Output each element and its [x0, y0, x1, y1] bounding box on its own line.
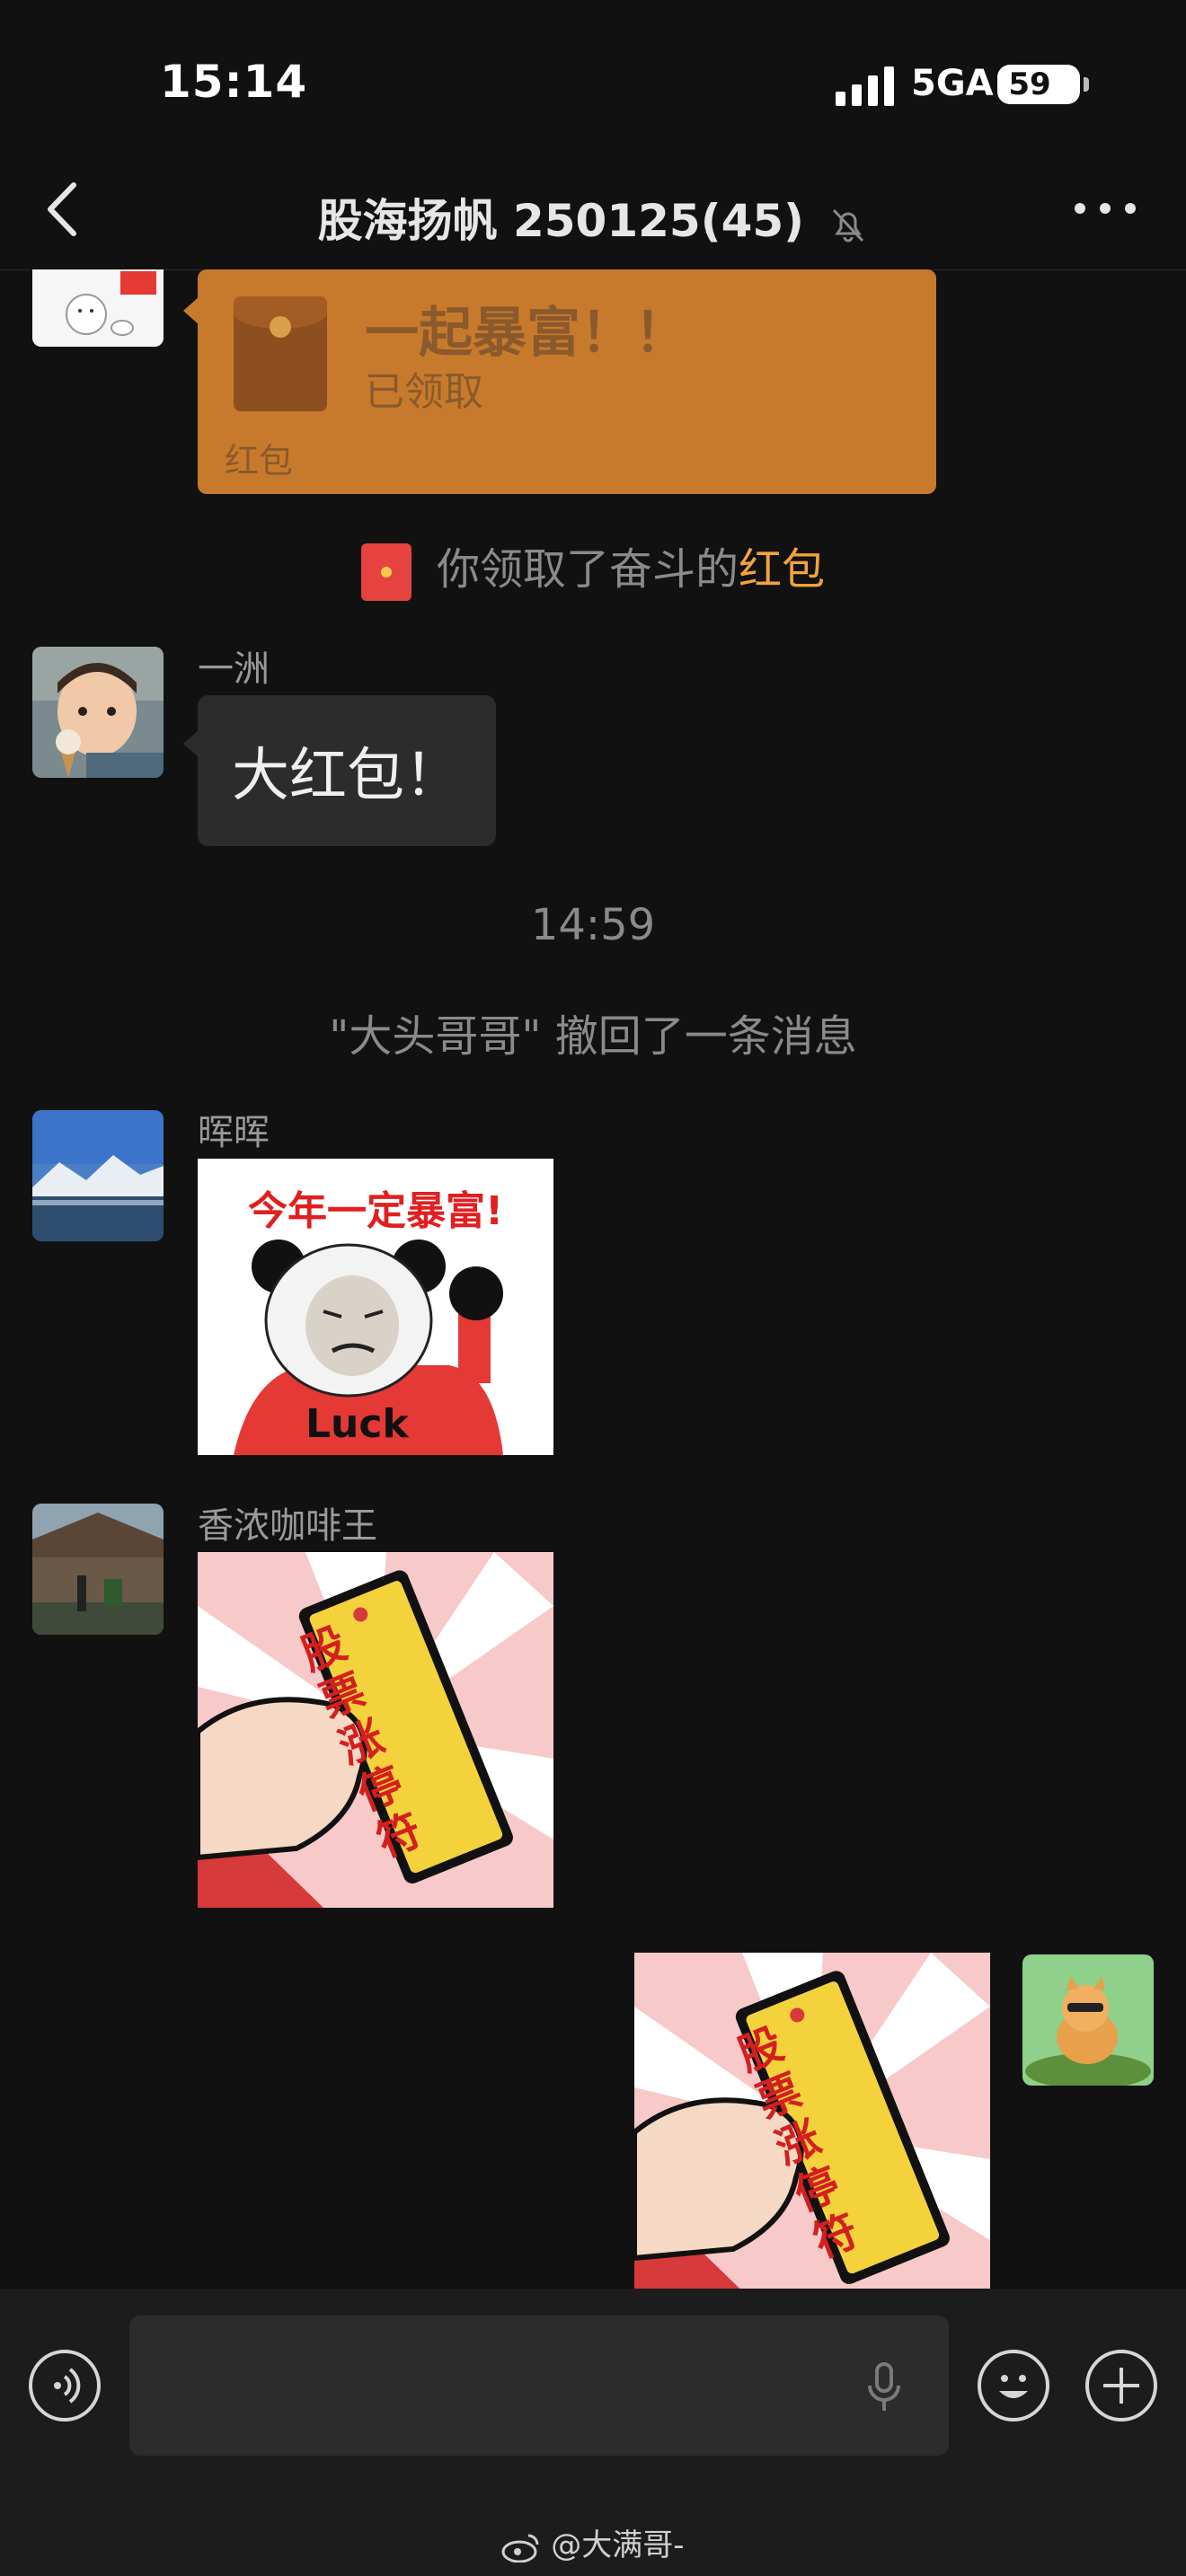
watermark-text: @大满哥-: [551, 2527, 685, 2563]
red-packet-title: 一起暴富！！: [365, 302, 688, 365]
red-packet-icon: [360, 543, 412, 601]
weibo-icon: [501, 2534, 539, 2563]
battery-icon: 59: [997, 65, 1089, 104]
chat-title: 股海扬帆 250125(45): [0, 185, 1186, 250]
recall-notice: "大头哥哥" 撤回了一条消息: [329, 1011, 857, 1062]
red-packet-status: 已领取: [365, 369, 483, 415]
more-options-icon[interactable]: [1069, 190, 1141, 226]
mute-bell-icon: [833, 208, 864, 242]
network-type: 5GA: [911, 63, 994, 104]
avatar[interactable]: [32, 647, 164, 778]
sticker-shirt-text: Luck: [305, 1401, 409, 1447]
red-packet-card[interactable]: 一起暴富！！ 已领取 红包: [198, 269, 936, 494]
battery-level: 59: [1008, 66, 1051, 102]
member-count: (45): [700, 195, 805, 247]
avatar[interactable]: [32, 1110, 164, 1241]
plus-icon: [1103, 2368, 1139, 2404]
signal-icon: [836, 66, 894, 106]
voice-toggle-button[interactable]: [29, 2350, 101, 2422]
message-input[interactable]: [129, 2316, 949, 2456]
status-time: 15:14: [160, 56, 308, 108]
emoji-button[interactable]: [978, 2350, 1049, 2422]
red-packet-link[interactable]: 红包: [739, 544, 825, 595]
self-avatar[interactable]: [1022, 1954, 1154, 2086]
panda-meme-sticker[interactable]: 今年一定暴富! Luck: [198, 1159, 553, 1455]
sender-name: 香浓咖啡王: [198, 1505, 377, 1547]
sender-name: 一洲: [198, 648, 270, 690]
voice-wave-icon: [54, 2368, 81, 2404]
message-bubble[interactable]: 大红包！: [198, 695, 496, 846]
smiley-icon: [999, 2375, 1028, 2398]
watermark: @大满哥-: [0, 2520, 1186, 2564]
microphone-icon[interactable]: [866, 2362, 902, 2413]
received-notice-text: 你领取了奋斗的: [436, 544, 739, 595]
sender-name: 晖晖: [198, 1112, 270, 1153]
group-name: 股海扬帆 250125: [317, 195, 701, 247]
timestamp: 14:59: [530, 900, 656, 950]
avatar[interactable]: [32, 1504, 164, 1635]
red-packet-label: 红包: [225, 441, 294, 481]
stock-charm-sticker[interactable]: 股票涨停符: [198, 1552, 553, 1908]
more-functions-button[interactable]: [1085, 2350, 1157, 2422]
red-packet-received-notice: 你领取了奋斗的红包: [0, 534, 1186, 601]
red-packet-envelope-icon: [234, 296, 327, 411]
chat-header: 股海扬帆 250125(45): [0, 151, 1186, 270]
stock-charm-sticker[interactable]: 股票涨停符: [634, 1953, 990, 2289]
